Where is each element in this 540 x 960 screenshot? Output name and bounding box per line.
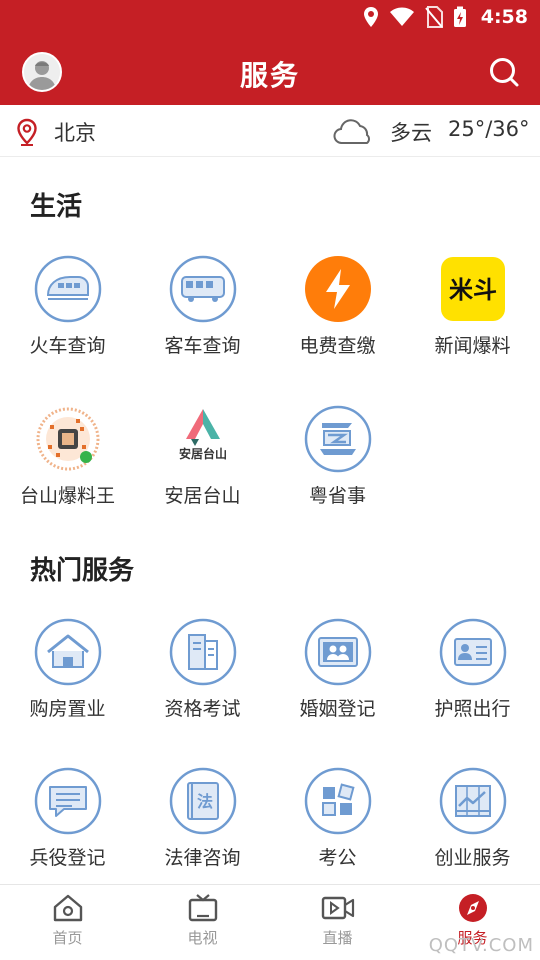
status-time: 4:58 xyxy=(480,6,528,28)
tile-label: 考公 xyxy=(318,847,357,869)
service-military-registration[interactable]: 兵役登记 xyxy=(0,767,135,870)
section-title-hot: 热门服务 xyxy=(30,556,135,586)
qr-code-icon xyxy=(36,407,99,471)
cloud-icon xyxy=(333,119,370,144)
news-icon-text: 米斗 xyxy=(449,276,497,304)
exam-book-icon xyxy=(169,618,236,686)
watermark: QQTV.COM xyxy=(428,935,534,956)
search-icon[interactable] xyxy=(488,56,520,88)
service-taishan-tip-king[interactable]: 台山爆料王 xyxy=(0,405,135,508)
nav-tv[interactable]: 电视 xyxy=(135,893,270,948)
city-name[interactable]: 北京 xyxy=(54,117,96,147)
live-video-icon xyxy=(321,896,354,920)
compass-icon xyxy=(458,894,487,922)
service-electricity-bill[interactable]: 电费查缴 xyxy=(270,255,405,358)
nav-live[interactable]: 直播 xyxy=(270,893,405,948)
tile-label: 兵役登记 xyxy=(29,847,106,869)
service-news-tip[interactable]: 米斗 新闻爆料 xyxy=(405,255,540,358)
tile-label: 法律咨询 xyxy=(164,847,241,869)
service-legal-consulting[interactable]: 法 法律咨询 xyxy=(135,767,270,870)
wifi-icon xyxy=(389,7,414,26)
location-weather-bar: 北京 多云 25°/36° xyxy=(0,105,540,157)
app-header: 4:58 服务 xyxy=(0,0,540,105)
law-icon-text: 法 xyxy=(196,792,212,811)
nav-label: 电视 xyxy=(187,929,218,947)
tile-label: 台山爆料王 xyxy=(19,485,115,507)
location-pin-icon[interactable] xyxy=(16,118,38,146)
temperature-range: 25°/36° xyxy=(448,117,530,141)
tile-label: 创业服务 xyxy=(434,847,511,869)
service-civil-service-exam[interactable]: 考公 xyxy=(270,767,405,870)
section-title-life: 生活 xyxy=(30,192,83,222)
service-marriage-registration[interactable]: 婚姻登记 xyxy=(270,618,405,721)
home-icon xyxy=(53,894,82,922)
service-home-buying[interactable]: 购房置业 xyxy=(0,618,135,721)
service-passport-travel[interactable]: 护照出行 xyxy=(405,618,540,721)
page-title: 服务 xyxy=(239,59,300,92)
chart-growth-icon xyxy=(439,767,506,835)
tile-label: 安居台山 xyxy=(164,485,241,507)
anju-logo-text: 安居台山 xyxy=(178,446,226,461)
grid-apps-icon xyxy=(304,767,371,835)
tile-label: 粤省事 xyxy=(308,485,366,507)
battery-charging-icon xyxy=(453,6,466,27)
location-status-icon xyxy=(363,7,378,27)
nav-label: 直播 xyxy=(322,929,353,947)
tile-label: 火车查询 xyxy=(29,335,106,357)
tile-label: 新闻爆料 xyxy=(434,335,511,357)
tile-label: 护照出行 xyxy=(434,698,511,720)
message-icon xyxy=(34,767,101,835)
tile-label: 客车查询 xyxy=(164,335,241,357)
service-qualification-exam[interactable]: 资格考试 xyxy=(135,618,270,721)
status-bar: 4:58 xyxy=(0,0,540,36)
title-bar: 服务 xyxy=(0,40,540,105)
service-yueshengshi[interactable]: 粤省事 xyxy=(270,405,405,508)
lightning-icon xyxy=(304,256,371,322)
nav-label: 首页 xyxy=(52,929,83,947)
tile-label: 购房置业 xyxy=(29,698,106,720)
tv-icon xyxy=(188,894,217,922)
nav-home[interactable]: 首页 xyxy=(0,893,135,948)
passport-icon xyxy=(439,618,506,686)
bottom-nav: 首页 电视 直播 服务 QQTV.COM xyxy=(0,884,540,960)
news-tip-icon: 米斗 xyxy=(440,257,505,321)
weather-condition: 多云 xyxy=(390,121,432,145)
tile-label: 资格考试 xyxy=(164,698,241,720)
bus-icon xyxy=(169,255,236,323)
tile-label: 婚姻登记 xyxy=(299,698,376,720)
service-train-query[interactable]: 火车查询 xyxy=(0,255,135,358)
service-bus-query[interactable]: 客车查询 xyxy=(135,255,270,358)
tile-label: 电费查缴 xyxy=(299,335,376,357)
service-anju-taishan[interactable]: 安居台山 安居台山 xyxy=(135,405,270,508)
house-icon xyxy=(34,618,101,686)
anju-logo-icon: 安居台山 xyxy=(178,409,227,461)
law-book-icon: 法 xyxy=(169,767,236,835)
marriage-certificate-icon xyxy=(304,618,371,686)
train-icon xyxy=(34,255,101,323)
service-entrepreneurship[interactable]: 创业服务 xyxy=(405,767,540,870)
yueshengshi-icon xyxy=(304,405,371,473)
no-sim-icon xyxy=(424,6,443,28)
